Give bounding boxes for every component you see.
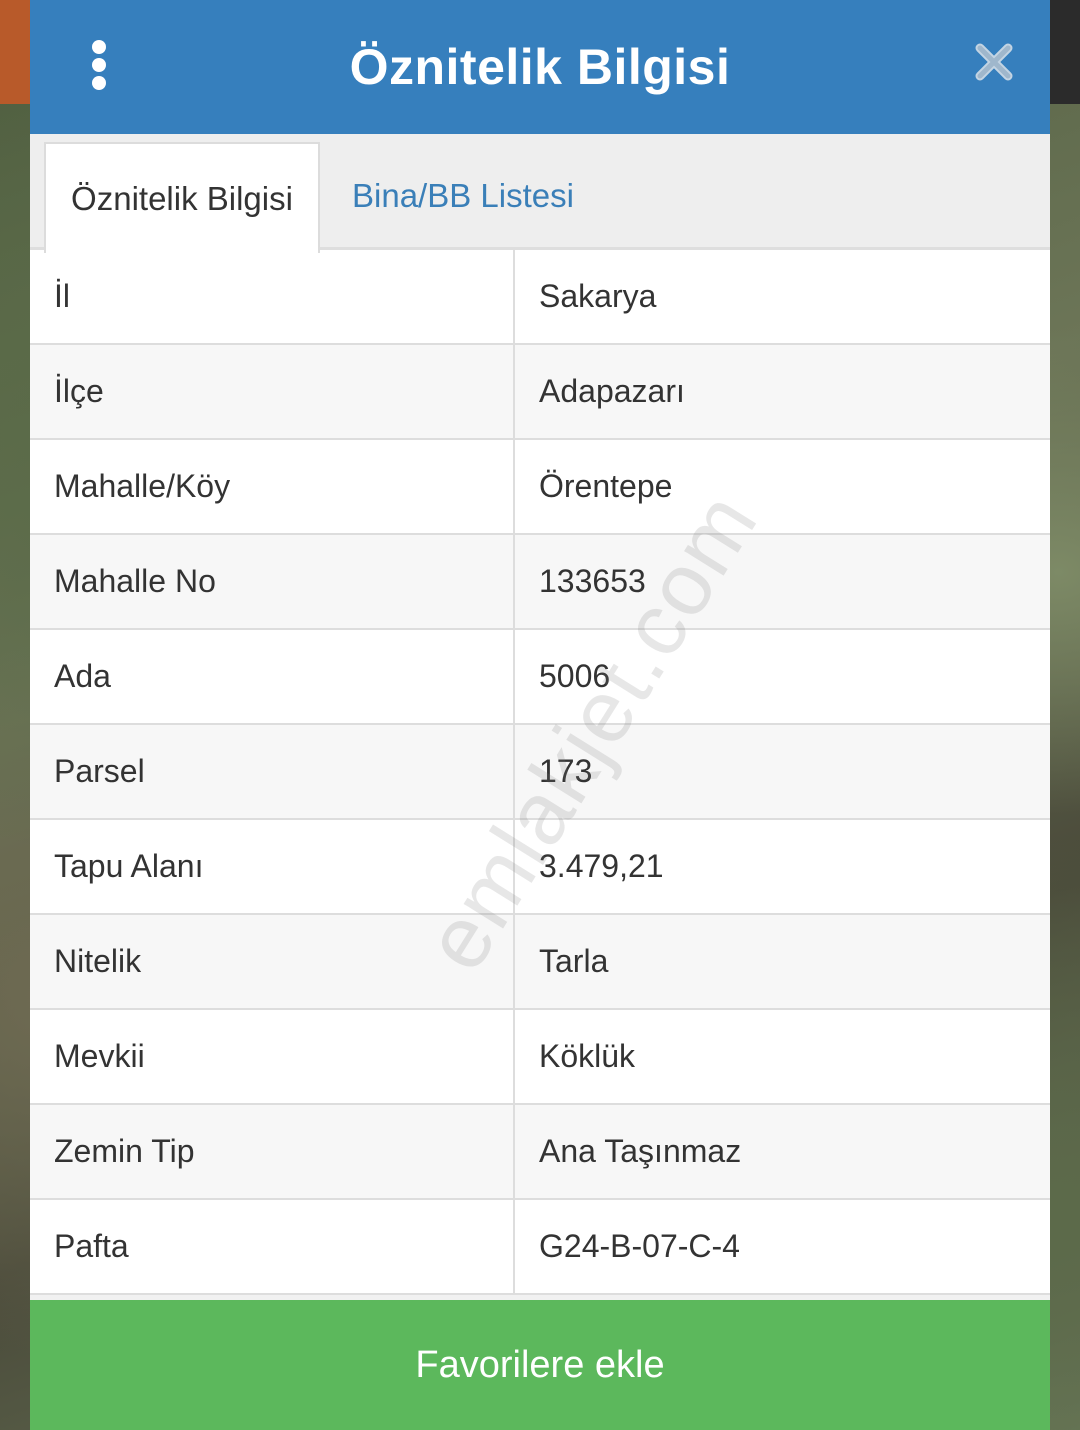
row-label: İlçe bbox=[30, 345, 515, 438]
table-row: Mahalle No 133653 bbox=[30, 535, 1050, 630]
table-row: Ada 5006 bbox=[30, 630, 1050, 725]
table-row: Tapu Alanı 3.479,21 bbox=[30, 820, 1050, 915]
row-value: Köklük bbox=[539, 1038, 636, 1074]
map-background-edge bbox=[0, 0, 30, 104]
menu-dot bbox=[92, 76, 106, 90]
more-vertical-icon[interactable] bbox=[88, 40, 110, 90]
row-value: 5006 bbox=[539, 658, 611, 694]
tab-building-list[interactable]: Bina/BB Listesi bbox=[352, 142, 574, 250]
menu-dot bbox=[92, 40, 106, 54]
row-label: Ada bbox=[30, 630, 515, 723]
row-value: 133653 bbox=[539, 563, 646, 599]
table-row: Mahalle/Köy Örentepe bbox=[30, 440, 1050, 535]
table-row: Parsel 173 bbox=[30, 725, 1050, 820]
table-row: İlçe Adapazarı bbox=[30, 345, 1050, 440]
row-label: Parsel bbox=[30, 725, 515, 818]
table-row: Nitelik Tarla bbox=[30, 915, 1050, 1010]
row-label: İl bbox=[30, 250, 515, 343]
row-value: G24-B-07-C-4 bbox=[539, 1228, 740, 1264]
row-value: Ana Taşınmaz bbox=[539, 1133, 742, 1169]
row-label: Zemin Tip bbox=[30, 1105, 515, 1198]
row-label: Mahalle/Köy bbox=[30, 440, 515, 533]
row-value: Tarla bbox=[539, 943, 609, 979]
tab-attribute-info[interactable]: Öznitelik Bilgisi bbox=[44, 142, 320, 253]
attribute-info-dialog: Öznitelik Bilgisi Öznitelik Bilgisi Bina… bbox=[30, 0, 1050, 1430]
add-to-favorites-button[interactable]: Favorilere ekle bbox=[30, 1300, 1050, 1430]
row-value: Sakarya bbox=[539, 278, 657, 314]
row-value: Örentepe bbox=[539, 468, 673, 504]
table-row: Pafta G24-B-07-C-4 bbox=[30, 1200, 1050, 1295]
menu-dot bbox=[92, 58, 106, 72]
row-label: Pafta bbox=[30, 1200, 515, 1293]
row-label: Mevkii bbox=[30, 1010, 515, 1103]
row-value: Adapazarı bbox=[539, 373, 685, 409]
row-value: 173 bbox=[539, 753, 593, 789]
row-value: 3.479,21 bbox=[539, 848, 664, 884]
dialog-title: Öznitelik Bilgisi bbox=[349, 39, 731, 95]
row-label: Mahalle No bbox=[30, 535, 515, 628]
table-row: Zemin Tip Ana Taşınmaz bbox=[30, 1105, 1050, 1200]
row-label: Nitelik bbox=[30, 915, 515, 1008]
close-icon-graphic bbox=[975, 43, 1013, 81]
row-label: Tapu Alanı bbox=[30, 820, 515, 913]
attribute-table: İl Sakarya İlçe Adapazarı Mahalle/Köy Ör… bbox=[30, 250, 1050, 1295]
dialog-header: Öznitelik Bilgisi bbox=[30, 0, 1050, 134]
map-background-edge-right bbox=[1050, 0, 1080, 104]
tab-bar: Öznitelik Bilgisi Bina/BB Listesi bbox=[30, 134, 1050, 253]
table-row: İl Sakarya bbox=[30, 250, 1050, 345]
table-row: Mevkii Köklük bbox=[30, 1010, 1050, 1105]
close-icon[interactable] bbox=[974, 42, 1014, 82]
